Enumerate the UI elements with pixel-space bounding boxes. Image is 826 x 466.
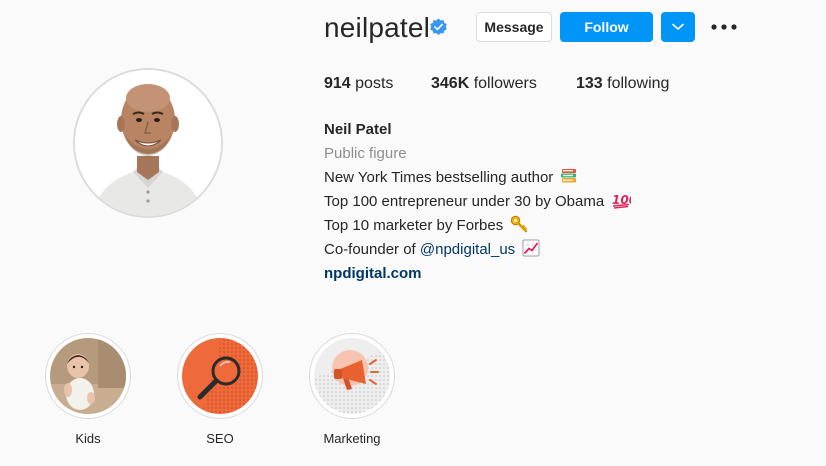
- highlight-label: SEO: [206, 431, 234, 446]
- highlight-ring[interactable]: [45, 333, 131, 419]
- chart-increasing-emoji-icon: [522, 239, 540, 257]
- megaphone-icon: [314, 338, 390, 414]
- message-button[interactable]: Message: [476, 12, 552, 42]
- highlight-kids[interactable]: Kids: [45, 333, 131, 446]
- bio-line-text: Top 10 marketer by Forbes: [324, 217, 504, 234]
- highlight-label: Marketing: [323, 431, 381, 446]
- highlight-label: Kids: [75, 431, 101, 446]
- highlight-ring[interactable]: [309, 333, 395, 419]
- followers-link[interactable]: 346K followers: [431, 75, 576, 93]
- verified-badge-icon: [430, 18, 447, 36]
- bio-line-text: Top 100 entrepreneur under 30 by Obama: [324, 193, 605, 210]
- suggested-accounts-dropdown-button[interactable]: [661, 12, 695, 42]
- books-emoji-icon: [561, 169, 577, 183]
- highlight-cover-kids: [50, 338, 126, 414]
- chevron-down-icon: [672, 23, 684, 30]
- profile-username: neilpatel: [324, 12, 431, 43]
- bio-line: Co-founder of @npdigital_us: [324, 238, 631, 262]
- more-options-icon[interactable]: [710, 18, 738, 36]
- npdigital-mention-link[interactable]: @npdigital_us: [420, 241, 515, 258]
- profile-full-name: Neil Patel: [324, 121, 392, 138]
- profile-avatar[interactable]: [75, 70, 221, 216]
- bio-line: Top 10 marketer by Forbes: [324, 214, 631, 238]
- profile-bio: Neil Patel Public figure New York Times …: [324, 118, 631, 286]
- following-count-label: following: [607, 75, 670, 92]
- profile-stats: 914 posts 346K followers 133 following: [324, 75, 669, 93]
- following-link[interactable]: 133 following: [576, 75, 669, 93]
- avatar-photo: [75, 70, 221, 216]
- follow-button[interactable]: Follow: [560, 12, 653, 42]
- highlight-cover-seo: [182, 338, 258, 414]
- posts-count: 914 posts: [324, 75, 431, 93]
- bio-line-text: Co-founder of: [324, 241, 420, 258]
- key-emoji-icon: [511, 215, 528, 233]
- highlight-ring[interactable]: [177, 333, 263, 419]
- hundred-points-emoji-icon: 100: [612, 193, 631, 209]
- kids-cover-image: [50, 338, 126, 414]
- bio-line: Top 100 entrepreneur under 30 by Obama 1…: [324, 190, 631, 214]
- followers-count-label: followers: [473, 75, 537, 92]
- highlight-seo[interactable]: SEO: [177, 333, 263, 446]
- posts-count-value: 914: [324, 75, 351, 92]
- profile-category: Public figure: [324, 145, 407, 162]
- highlight-marketing[interactable]: Marketing: [309, 333, 395, 446]
- following-count-value: 133: [576, 75, 603, 92]
- bio-line: New York Times bestselling author: [324, 166, 631, 190]
- highlight-cover-marketing: [314, 338, 390, 414]
- profile-avatar-ring[interactable]: [73, 68, 223, 218]
- posts-count-label: posts: [355, 75, 394, 92]
- bio-line-text: New York Times bestselling author: [324, 169, 554, 186]
- followers-count-value: 346K: [431, 75, 470, 92]
- magnifying-glass-icon: [182, 338, 258, 414]
- website-link[interactable]: npdigital.com: [324, 262, 631, 286]
